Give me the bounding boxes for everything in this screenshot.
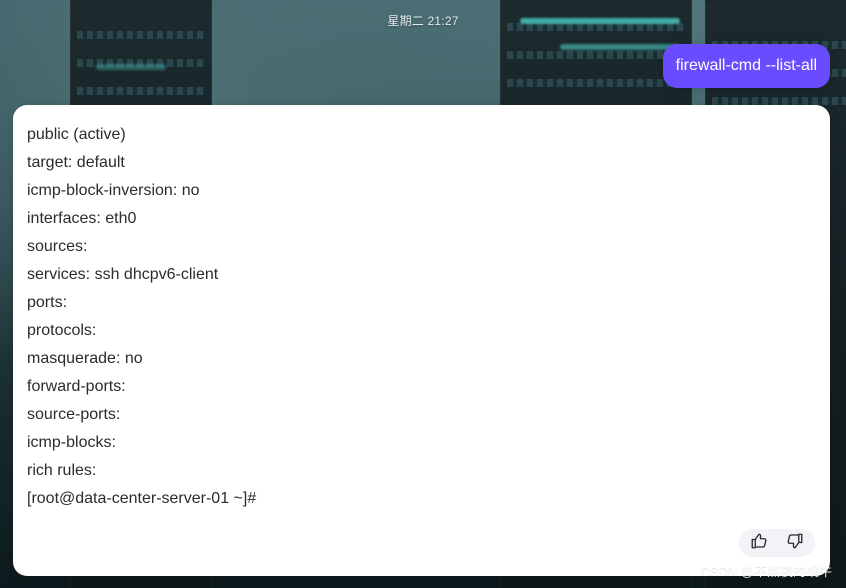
response-line: masquerade: no bbox=[27, 350, 143, 367]
thumbs-up-icon bbox=[750, 532, 768, 555]
user-message-text: firewall-cmd --list-all bbox=[675, 57, 817, 74]
response-line: icmp-block-inversion: no bbox=[27, 182, 200, 199]
response-line: services: ssh dhcpv6-client bbox=[27, 266, 219, 283]
response-line: rich rules: bbox=[27, 462, 97, 479]
response-line: sources: bbox=[27, 238, 88, 255]
assistant-response-card: public (active) target: default icmp-blo… bbox=[13, 105, 830, 576]
response-line: interfaces: eth0 bbox=[27, 210, 137, 227]
response-line: icmp-blocks: bbox=[27, 434, 116, 451]
user-message-bubble: firewall-cmd --list-all bbox=[662, 44, 830, 88]
response-line: protocols: bbox=[27, 322, 97, 339]
timestamp: 星期二 21:27 bbox=[387, 14, 459, 28]
response-line: public (active) bbox=[27, 126, 126, 143]
response-line: ports: bbox=[27, 294, 68, 311]
watermark: CSDN @不熬夜的蜗牛 bbox=[700, 564, 832, 579]
response-line: [root@data-center-server-01 ~]# bbox=[27, 490, 257, 507]
response-line: source-ports: bbox=[27, 406, 121, 423]
cyan-light bbox=[560, 44, 680, 50]
cyan-light bbox=[96, 64, 166, 70]
dislike-button[interactable] bbox=[785, 533, 805, 553]
like-button[interactable] bbox=[749, 533, 769, 553]
response-line: target: default bbox=[27, 154, 125, 171]
response-output: public (active) target: default icmp-blo… bbox=[27, 121, 787, 513]
thumbs-down-icon bbox=[786, 532, 804, 555]
response-line: forward-ports: bbox=[27, 378, 126, 395]
feedback-buttons bbox=[739, 529, 815, 557]
